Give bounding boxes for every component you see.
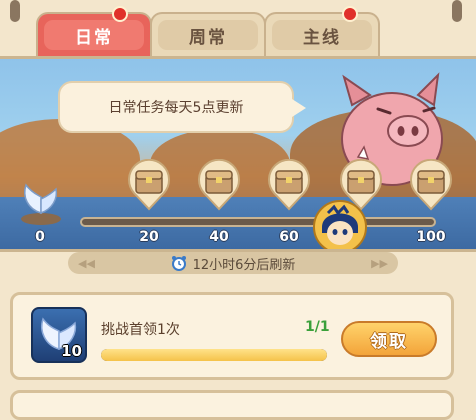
hero-avatar-icon <box>313 200 367 249</box>
refresh-timer-bar: ◀◀ 12小时6分后刷新 ▶▶ <box>68 252 398 274</box>
milestone-label: 40 <box>209 229 229 245</box>
treasure-chest-icon[interactable] <box>266 159 312 211</box>
points-progress-track <box>80 217 436 227</box>
rail-left <box>10 0 20 22</box>
reward-item[interactable]: 10 <box>31 307 87 363</box>
milestone-label: 20 <box>139 229 159 245</box>
tab-daily-label: 日常 <box>44 20 144 50</box>
notification-dot <box>112 6 128 22</box>
milestone-label: 100 <box>416 229 446 245</box>
current-points-label: 0 <box>35 229 45 245</box>
reward-count: 10 <box>61 342 82 360</box>
wing-crystal-icon <box>21 183 61 225</box>
treasure-chest-icon[interactable] <box>196 159 242 211</box>
milestone-label: 60 <box>279 229 299 245</box>
claim-button[interactable]: 领取 <box>341 321 437 357</box>
tab-main-label: 主线 <box>272 20 372 50</box>
task-card <box>10 390 454 420</box>
tab-weekly[interactable]: 周常 <box>150 12 266 56</box>
notification-dot <box>342 6 358 22</box>
speech-bubble-text: 日常任务每天5点更新 <box>108 100 244 116</box>
treasure-chest-icon[interactable] <box>126 159 172 211</box>
left-arrow-icon: ◀◀ <box>78 256 95 270</box>
tab-daily[interactable]: 日常 <box>36 12 152 56</box>
task-progress-text: 1/1 <box>305 319 330 335</box>
task-card: 10 挑战首领1次 1/1 领取 <box>10 292 454 380</box>
task-title: 挑战首领1次 <box>101 322 180 338</box>
treasure-chest-icon[interactable] <box>408 159 454 211</box>
tab-main[interactable]: 主线 <box>264 12 380 56</box>
speech-bubble: 日常任务每天5点更新 <box>58 81 306 133</box>
refresh-timer-text: 12小时6分后刷新 <box>192 257 296 273</box>
tab-weekly-label: 周常 <box>158 20 258 50</box>
alarm-clock-icon <box>171 256 186 271</box>
rail-right <box>452 0 462 22</box>
right-arrow-icon: ▶▶ <box>371 256 388 270</box>
task-progress-bar <box>101 349 327 361</box>
task-progress-fill <box>101 349 327 361</box>
activity-banner: 日常任务每天5点更新 0 20 40 60 100 <box>0 56 476 252</box>
